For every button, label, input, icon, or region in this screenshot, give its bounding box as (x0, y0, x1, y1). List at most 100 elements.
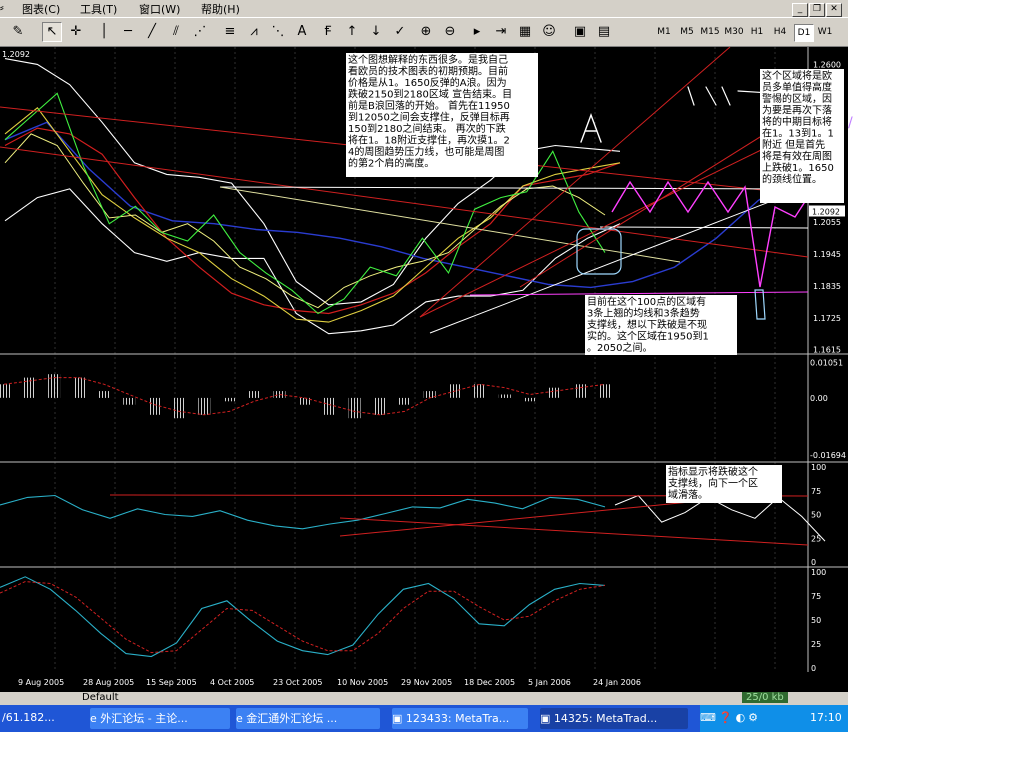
task-forum-1-label: 外汇论坛 - 主论... (100, 712, 188, 725)
template-icon[interactable]: ▣ (570, 22, 590, 42)
macd-bar (373, 397, 386, 415)
tray-icons[interactable]: ⌨❓◐⚙ (700, 711, 761, 724)
macd-bar (498, 394, 511, 398)
menu-help[interactable]: 帮助(H) (201, 1, 240, 17)
horizontal-line-icon[interactable]: ─ (118, 22, 138, 42)
timeframe-h4[interactable]: H4 (771, 24, 789, 40)
arrow-up-icon[interactable]: ↑ (342, 22, 362, 42)
date-tick-label: 10 Nov 2005 (337, 678, 388, 687)
macd-bar (173, 397, 186, 419)
price-tick-label: 1.1615 (813, 346, 841, 355)
crosshair-icon[interactable]: ✛ (66, 22, 86, 42)
autoscroll-icon[interactable]: ⇥ (491, 22, 511, 42)
check-mark-icon[interactable]: ✓ (390, 22, 410, 42)
arrow-down-icon[interactable]: ↓ (366, 22, 386, 42)
stochastic-tick-label: 100 (811, 568, 826, 577)
macd-bar (123, 397, 136, 405)
text-tool-icon[interactable]: A (292, 22, 312, 42)
macd-tick-label: 0.00 (810, 394, 828, 403)
rsi-tick-label: 75 (811, 487, 821, 496)
channel-icon[interactable]: ⫽ (166, 22, 186, 42)
timeframe-m15[interactable]: M15 (700, 24, 720, 40)
date-tick-label: 5 Jan 2006 (528, 678, 571, 687)
date-axis: 9 Aug 2005 28 Aug 2005 15 Sep 2005 4 Oct 20… (0, 673, 848, 692)
task-metatrader-2-label: 14325: MetaTrad... (553, 712, 658, 725)
rsi-tick-label: 50 (811, 511, 821, 520)
stochastic-tick-label: 75 (811, 592, 821, 601)
macd-bar (0, 384, 10, 398)
metatrader-window: ⸗ 图表(C) 工具(T) 窗口(W) 帮助(H) _ ❐ ✕ ✎ ↖ ✛ │ ─ … (0, 0, 1024, 768)
ie-icon: e (236, 712, 243, 725)
gann-fan-icon[interactable]: ⋰ (190, 22, 210, 42)
status-bar: Default 25/0 kb (0, 692, 848, 705)
tray-clock: 17:10 (810, 711, 842, 724)
task-forum-2[interactable]: e 金汇通外汇论坛 ... (236, 708, 380, 729)
date-tick-label: 23 Oct 2005 (273, 678, 322, 687)
timeframe-m5[interactable]: M5 (678, 24, 696, 40)
bar-chart-icon[interactable]: ▦ (515, 22, 535, 42)
status-profile: Default (82, 692, 119, 703)
date-tick-label: 15 Sep 2005 (146, 678, 197, 687)
rsi-tick-label: 25 (811, 534, 821, 543)
macd-bar (398, 397, 411, 405)
price-pane-label: 1.2092 (2, 50, 30, 59)
cursor-arrow-icon[interactable]: ↖ (42, 22, 62, 42)
pencil-icon[interactable]: ✎ (8, 22, 28, 42)
timeframe-w1[interactable]: W1 (816, 24, 834, 40)
date-tick-label: 29 Nov 2005 (401, 678, 452, 687)
menu-bar: ⸗ 图表(C) 工具(T) 窗口(W) 帮助(H) _ ❐ ✕ (0, 0, 848, 17)
chart-shift-icon[interactable]: ▸ (467, 22, 487, 42)
minimize-button[interactable]: _ (792, 3, 808, 17)
task-metatrader-2[interactable]: ▣ 14325: MetaTrad... (540, 708, 688, 729)
rsi-tick-label: 100 (811, 463, 826, 472)
trendline-icon[interactable]: ╱ (142, 22, 162, 42)
ie-icon: e (90, 712, 97, 725)
stochastic-tick-label: 25 (811, 640, 821, 649)
price-tick-label: 1.1945 (813, 250, 841, 259)
properties-icon[interactable]: ▤ (594, 22, 614, 42)
timeframe-h1[interactable]: H1 (748, 24, 766, 40)
macd-bar (298, 397, 311, 405)
metatrader-icon: ▣ (540, 712, 551, 725)
zoom-in-icon[interactable]: ⊕ (416, 22, 436, 42)
macd-bar (73, 377, 86, 398)
date-tick-label: 4 Oct 2005 (210, 678, 254, 687)
note-text: 这个区域将是欧员多单值得高度警惕的区域，因为要是再次下落将的中期目标将在1。13… (762, 69, 834, 186)
macd-bar (348, 397, 361, 419)
timeframe-d1[interactable]: D1 (794, 24, 814, 42)
status-traffic: 25/0 kb (742, 692, 788, 703)
task-forum-2-label: 金汇通外汇论坛 ... (246, 712, 338, 725)
macd-bar (248, 391, 261, 398)
date-tick-label: 9 Aug 2005 (18, 678, 64, 687)
menu-window[interactable]: 窗口(W) (139, 1, 180, 17)
macd-bar (148, 397, 161, 415)
note-text: 这个图想解释的东西很多。是我自己看欧员的技术图表的初期预期。目前价格是从1。16… (348, 53, 512, 170)
price-tick-label: 1.1835 (813, 282, 841, 291)
toolbar: ✎ ↖ ✛ │ ─ ╱ ⫽ ⋰ ≡ ⩘ ⋱ A Ꞙ ↑ ↓ ✓ ⊕ ⊖ ▸ ⇥ … (0, 18, 848, 47)
restore-button[interactable]: ❐ (809, 3, 825, 17)
price-tick-label: 1.2055 (813, 218, 841, 227)
chart-area[interactable]: 1.2092 1.2600 1.2055 1.1945 1.1835 1.1725 1.1… (0, 47, 848, 692)
macd-bar (473, 384, 486, 398)
label-tool-icon[interactable]: Ꞙ (318, 22, 338, 42)
taskbar-address: /61.182... (2, 711, 55, 724)
timeframe-m30[interactable]: M30 (724, 24, 744, 40)
menu-chart[interactable]: 图表(C) (22, 1, 60, 17)
task-forum-1[interactable]: e 外汇论坛 - 主论... (90, 708, 230, 729)
stochastic-tick-label: 50 (811, 616, 821, 625)
fibo-fan-icon[interactable]: ⋱ (268, 22, 288, 42)
fibonacci-icon[interactable]: ≡ (220, 22, 240, 42)
menu-tools[interactable]: 工具(T) (80, 1, 117, 17)
date-tick-label: 18 Dec 2005 (464, 678, 515, 687)
macd-tick-label: -0.01694 (810, 451, 846, 460)
expert-icon[interactable]: ☺ (539, 22, 559, 42)
vertical-line-icon[interactable]: │ (94, 22, 114, 42)
pitchfork-icon[interactable]: ⩘ (244, 22, 264, 42)
timeframe-m1[interactable]: M1 (655, 24, 673, 40)
system-tray: ⌨❓◐⚙ 17:10 (700, 705, 848, 732)
task-metatrader-1[interactable]: ▣ 123433: MetaTra... (392, 708, 528, 729)
menu-edge-glyph: ⸗ (0, 1, 4, 14)
taskbar: /61.182... e 外汇论坛 - 主论... e 金汇通外汇论坛 ... … (0, 705, 848, 732)
close-button[interactable]: ✕ (826, 3, 842, 17)
zoom-out-icon[interactable]: ⊖ (440, 22, 460, 42)
